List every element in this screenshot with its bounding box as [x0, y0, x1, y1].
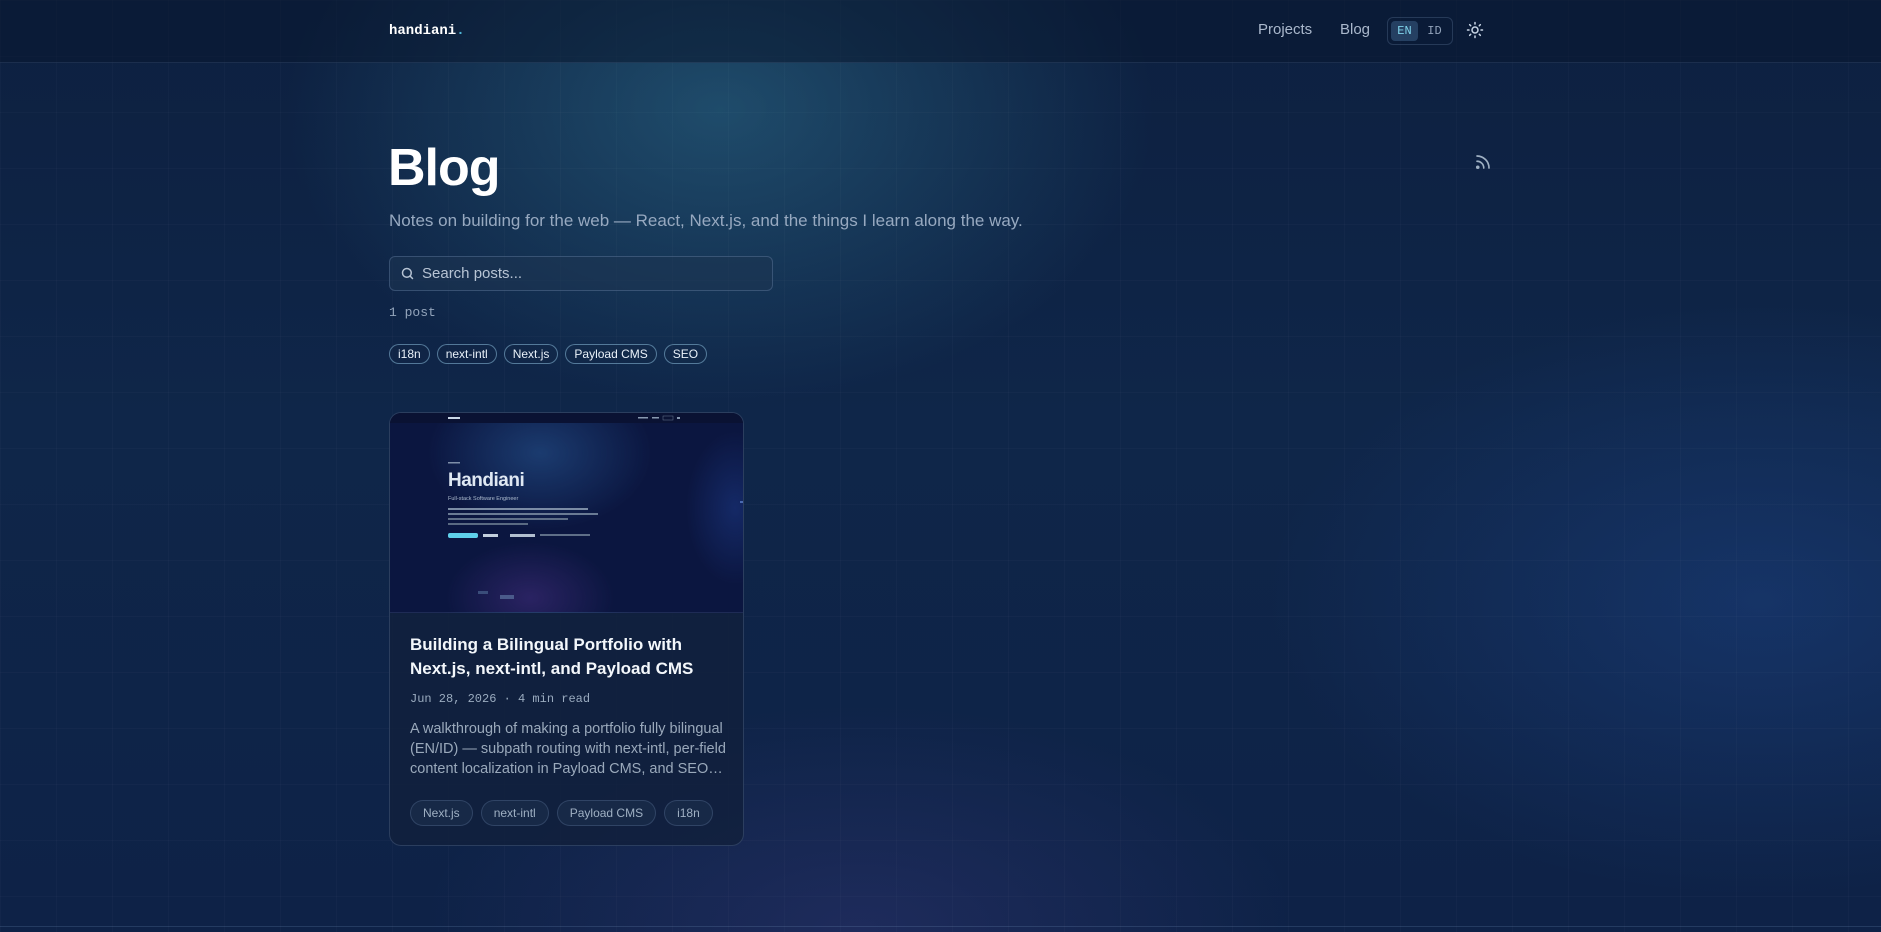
search-box: [389, 256, 773, 291]
logo-dot: .: [456, 23, 465, 39]
search-input[interactable]: [422, 257, 762, 290]
post-meta: Jun 28, 2026 · 4 min read: [410, 692, 590, 706]
page-subtitle: Notes on building for the web — React, N…: [389, 211, 1023, 230]
post-read-time: 4 min read: [518, 692, 591, 706]
post-excerpt: A walkthrough of making a portfolio full…: [410, 721, 726, 777]
search-icon: [401, 267, 414, 280]
tag-filter-seo[interactable]: SEO: [663, 344, 708, 364]
tag-filter-nextjs[interactable]: Next.js: [503, 344, 559, 364]
post-tag-list: Next.js next-intl Payload CMS i18n: [410, 800, 713, 826]
lang-en-button[interactable]: EN: [1391, 21, 1418, 41]
rss-icon: [1475, 155, 1490, 170]
rss-feed-link[interactable]: [1474, 153, 1492, 171]
post-tag-nextjs[interactable]: Next.js: [410, 800, 473, 826]
post-title[interactable]: Building a Bilingual Portfolio with Next…: [410, 633, 730, 681]
theme-toggle-button[interactable]: [1466, 21, 1484, 39]
tag-filter-list: i18n next-intl Next.js Payload CMS SEO: [389, 344, 708, 364]
post-card[interactable]: Handiani Full-stack Software Engineer Bu…: [389, 412, 744, 846]
site-logo[interactable]: handiani.: [389, 23, 465, 39]
sun-icon: [1466, 21, 1484, 39]
tag-filter-next-intl[interactable]: next-intl: [436, 344, 497, 364]
post-thumbnail: Handiani Full-stack Software Engineer: [390, 413, 743, 613]
lang-id-button[interactable]: ID: [1421, 21, 1448, 41]
tag-filter-i18n[interactable]: i18n: [389, 344, 430, 364]
thumbnail-heading: Handiani: [448, 470, 524, 491]
post-tag-next-intl[interactable]: next-intl: [480, 800, 549, 826]
logo-text: handiani: [389, 23, 457, 39]
post-count: 1 post: [389, 305, 436, 320]
page-title: Blog: [388, 139, 501, 197]
thumbnail-role: Full-stack Software Engineer: [448, 496, 518, 502]
site-header: handiani. Projects Blog EN ID: [0, 0, 1881, 63]
thumbnail-screenshot: Handiani Full-stack Software Engineer: [390, 413, 743, 599]
post-tag-payload-cms[interactable]: Payload CMS: [556, 800, 657, 826]
nav-blog-link[interactable]: Blog: [1340, 21, 1370, 38]
footer-divider: [0, 926, 1881, 927]
background-grid: [0, 0, 1881, 932]
nav-projects-link[interactable]: Projects: [1258, 21, 1312, 38]
post-tag-i18n[interactable]: i18n: [664, 800, 713, 826]
meta-separator: ·: [503, 692, 511, 706]
language-switcher: EN ID: [1387, 17, 1453, 45]
post-date: Jun 28, 2026: [410, 692, 497, 706]
tag-filter-payload-cms[interactable]: Payload CMS: [565, 344, 657, 364]
